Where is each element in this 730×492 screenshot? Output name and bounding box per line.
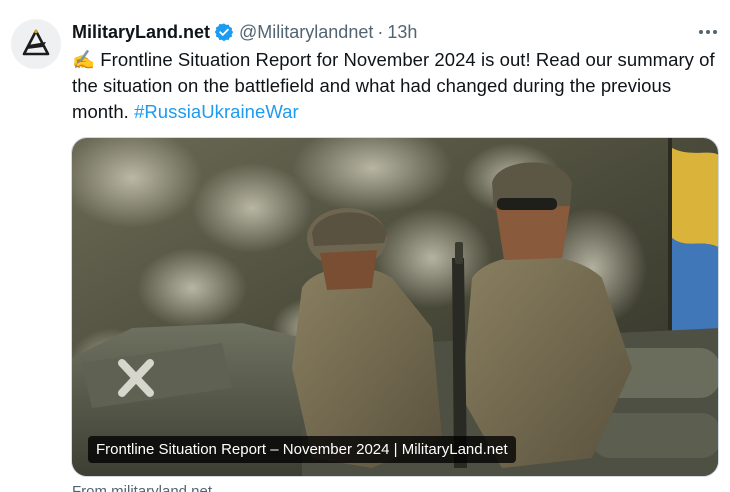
militaryland-logo-icon [22, 29, 50, 56]
avatar[interactable] [11, 19, 61, 69]
author-handle[interactable]: @Militarylandnet [239, 22, 373, 43]
author-display-name[interactable]: MilitaryLand.net [72, 22, 210, 43]
verified-badge-icon [214, 22, 234, 42]
separator-dot: · [377, 21, 384, 42]
card-title: Frontline Situation Report – November 20… [88, 436, 516, 463]
writing-hand-emoji: ✍️ [72, 49, 96, 70]
tweet-header: MilitaryLand.net @Militarylandnet · 13h [72, 20, 417, 44]
tweet[interactable]: MilitaryLand.net @Militarylandnet · 13h … [0, 0, 730, 492]
tweet-timestamp[interactable]: 13h [387, 22, 417, 43]
more-horizontal-icon[interactable] [692, 22, 724, 42]
tweet-text: ✍️ Frontline Situation Report for Novemb… [72, 47, 724, 125]
link-card[interactable]: Frontline Situation Report – November 20… [71, 137, 719, 477]
card-image [72, 138, 718, 476]
card-source[interactable]: From militaryland.net [72, 483, 212, 492]
hashtag-link[interactable]: #RussiaUkraineWar [134, 101, 299, 122]
